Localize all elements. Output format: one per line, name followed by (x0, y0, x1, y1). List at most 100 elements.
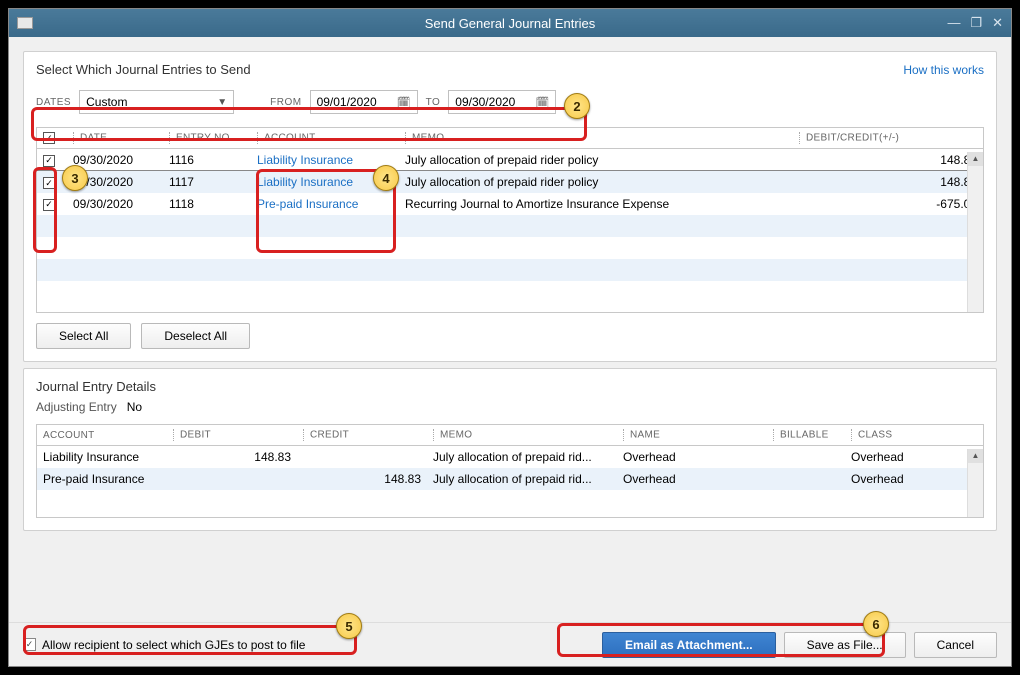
dcol-credit: CREDIT (310, 430, 349, 441)
to-label: TO (426, 97, 441, 108)
col-entry-no: ENTRY NO. (176, 133, 233, 144)
close-icon[interactable]: ✕ (992, 15, 1003, 31)
dcol-class: CLASS (858, 430, 892, 441)
to-date-input[interactable]: 09/30/2020 🗓 (448, 90, 556, 114)
dcol-name: NAME (630, 430, 660, 441)
cell-memo: Recurring Journal to Amortize Insurance … (399, 193, 793, 215)
dcol-account: ACCOUNT (43, 430, 95, 441)
dialog-window: Send General Journal Entries — ❐ ✕ Selec… (8, 8, 1012, 667)
col-amount: DEBIT/CREDIT(+/-) (806, 133, 899, 144)
dcol-billable: BILLABLE (780, 430, 829, 441)
cell-amount: -675.00 (793, 193, 983, 215)
d-debit: 148.83 (167, 446, 297, 468)
dates-dropdown[interactable]: Custom ▼ (79, 90, 234, 114)
row-checkbox[interactable]: ✓ (43, 155, 55, 167)
help-link[interactable]: How this works (903, 63, 984, 77)
d-account: Liability Insurance (37, 446, 167, 468)
col-memo: MEMO (412, 133, 444, 144)
app-icon (17, 17, 33, 29)
calendar-icon[interactable]: 🗓 (535, 96, 549, 109)
cell-account-link[interactable]: Pre-paid Insurance (251, 193, 399, 215)
cell-date: 09/30/2020 (67, 171, 163, 193)
col-account: ACCOUNT (264, 133, 316, 144)
col-date: DATE (80, 133, 107, 144)
table-row[interactable]: ✓ 09/30/2020 1117 Liability Insurance Ju… (37, 171, 983, 193)
cell-entry-no: 1116 (163, 149, 251, 171)
allow-recipient-group: ✓ Allow recipient to select which GJEs t… (23, 638, 305, 652)
chevron-down-icon: ▼ (217, 97, 227, 108)
d-debit (167, 468, 297, 490)
titlebar: Send General Journal Entries — ❐ ✕ (9, 9, 1011, 37)
content-area: Select Which Journal Entries to Send How… (9, 37, 1011, 622)
cell-account-link[interactable]: Liability Insurance (251, 171, 399, 193)
footer-buttons: Email as Attachment... Save as File... C… (602, 632, 997, 658)
entries-panel: Select Which Journal Entries to Send How… (23, 51, 997, 362)
window-title: Send General Journal Entries (425, 16, 596, 31)
scroll-up-icon[interactable]: ▲ (968, 449, 983, 463)
header-checkbox[interactable]: ✓ (43, 132, 55, 144)
d-credit (297, 446, 427, 468)
entries-header: Select Which Journal Entries to Send How… (36, 62, 984, 77)
details-title: Journal Entry Details (36, 379, 984, 394)
calendar-icon[interactable]: 🗓 (397, 96, 411, 109)
table-row: Pre-paid Insurance 148.83 July allocatio… (37, 468, 983, 490)
details-table-wrap: ACCOUNT DEBIT CREDIT MEMO NAME BILLABLE … (36, 424, 984, 518)
selection-buttons: Select All Deselect All (36, 323, 984, 349)
footer-bar: ✓ Allow recipient to select which GJEs t… (9, 622, 1011, 666)
select-all-button[interactable]: Select All (36, 323, 131, 349)
cell-amount: 148.83 (793, 171, 983, 193)
to-date-value: 09/30/2020 (455, 95, 515, 109)
cell-date: 09/30/2020 (67, 149, 163, 171)
from-date-input[interactable]: 09/01/2020 🗓 (310, 90, 418, 114)
cell-entry-no: 1117 (163, 171, 251, 193)
cell-memo: July allocation of prepaid rider policy (399, 149, 793, 171)
d-class: Overhead (845, 446, 983, 468)
entries-table: ✓ DATE ENTRY NO. ACCOUNT MEMO DEBIT/CRED… (37, 128, 983, 303)
d-name: Overhead (617, 446, 767, 468)
details-panel: Journal Entry Details Adjusting Entry No… (23, 368, 997, 531)
minimize-icon[interactable]: — (947, 15, 960, 31)
cell-date: 09/30/2020 (67, 193, 163, 215)
maximize-icon[interactable]: ❐ (970, 15, 982, 31)
window-controls: — ❐ ✕ (947, 15, 1003, 31)
cell-amount: 148.83 (793, 149, 983, 171)
email-attachment-button[interactable]: Email as Attachment... (602, 632, 776, 658)
scroll-up-icon[interactable]: ▲ (968, 152, 983, 166)
table-row[interactable]: ✓ 09/30/2020 1116 Liability Insurance Ju… (37, 149, 983, 171)
cancel-button[interactable]: Cancel (914, 632, 997, 658)
adjusting-label: Adjusting Entry (36, 400, 117, 414)
d-credit: 148.83 (297, 468, 427, 490)
d-name: Overhead (617, 468, 767, 490)
row-checkbox[interactable]: ✓ (43, 199, 55, 211)
adjusting-row: Adjusting Entry No (36, 400, 984, 414)
d-billable (767, 446, 845, 468)
d-account: Pre-paid Insurance (37, 468, 167, 490)
scrollbar[interactable]: ▲ (967, 449, 983, 517)
save-as-file-button[interactable]: Save as File... (784, 632, 906, 658)
section-title: Select Which Journal Entries to Send (36, 62, 251, 77)
d-memo: July allocation of prepaid rid... (427, 468, 617, 490)
cell-account-link[interactable]: Liability Insurance (251, 149, 399, 171)
adjusting-value: No (127, 400, 142, 414)
details-table: ACCOUNT DEBIT CREDIT MEMO NAME BILLABLE … (37, 425, 983, 512)
entries-table-wrap: ✓ DATE ENTRY NO. ACCOUNT MEMO DEBIT/CRED… (36, 127, 984, 313)
d-billable (767, 468, 845, 490)
dates-value: Custom (86, 95, 127, 109)
dcol-debit: DEBIT (180, 430, 211, 441)
row-checkbox[interactable]: ✓ (43, 177, 55, 189)
dates-label: DATES (36, 97, 71, 108)
date-filter-bar: DATES Custom ▼ FROM 09/01/2020 🗓 TO 09/3… (36, 87, 984, 117)
d-memo: July allocation of prepaid rid... (427, 446, 617, 468)
allow-recipient-checkbox[interactable]: ✓ (23, 638, 36, 651)
from-date-value: 09/01/2020 (317, 95, 377, 109)
from-label: FROM (270, 97, 301, 108)
cell-entry-no: 1118 (163, 193, 251, 215)
d-class: Overhead (845, 468, 983, 490)
scrollbar[interactable]: ▲ (967, 152, 983, 312)
table-row[interactable]: ✓ 09/30/2020 1118 Pre-paid Insurance Rec… (37, 193, 983, 215)
table-row: Liability Insurance 148.83 July allocati… (37, 446, 983, 468)
deselect-all-button[interactable]: Deselect All (141, 323, 250, 349)
allow-recipient-label: Allow recipient to select which GJEs to … (42, 638, 305, 652)
dcol-memo: MEMO (440, 430, 472, 441)
cell-memo: July allocation of prepaid rider policy (399, 171, 793, 193)
